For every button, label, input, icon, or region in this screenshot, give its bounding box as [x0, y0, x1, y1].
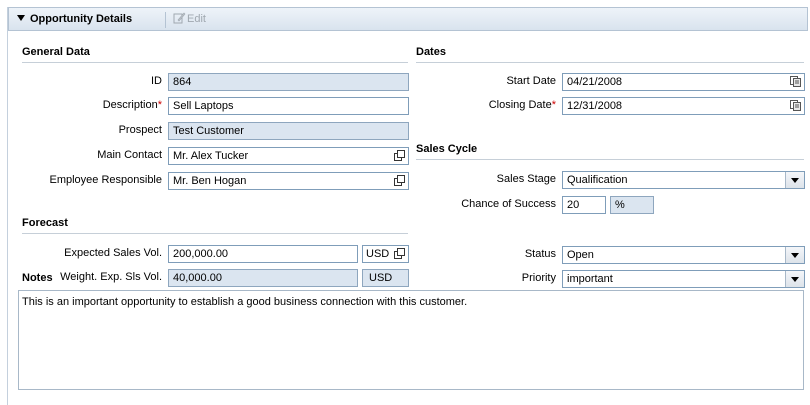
expected-sales-input[interactable]: 200,000.00 — [168, 245, 358, 263]
collapse-caret-icon[interactable] — [17, 15, 25, 21]
employee-input[interactable]: Mr. Ben Hogan — [168, 172, 409, 190]
required-marker: * — [157, 99, 162, 111]
chance-value: 20 — [567, 199, 580, 211]
sales-stage-label: Sales Stage — [496, 173, 556, 185]
chance-label: Chance of Success — [461, 198, 556, 210]
weighted-currency-field: USD — [362, 269, 409, 287]
panel-header: Opportunity Details Edit — [8, 7, 808, 31]
general-data-title: General Data — [22, 46, 90, 58]
priority-select[interactable]: important — [562, 270, 805, 288]
priority-label: Priority — [521, 272, 556, 284]
notes-textarea[interactable]: This is an important opportunity to esta… — [18, 290, 804, 390]
dates-rule — [416, 62, 804, 63]
general-data-rule — [22, 62, 408, 63]
main-contact-label: Main Contact — [97, 149, 162, 161]
weighted-sales-value: 40,000.00 — [173, 272, 222, 284]
description-label: Description* — [102, 99, 162, 111]
dates-title: Dates — [416, 46, 446, 58]
header-title: Opportunity Details — [30, 13, 133, 25]
closing-date-input[interactable]: 12/31/2008 — [562, 97, 805, 115]
required-marker: * — [551, 99, 556, 111]
description-value: Sell Laptops — [173, 100, 234, 112]
header-separator — [165, 12, 166, 28]
calendar-icon[interactable] — [790, 76, 801, 87]
status-select[interactable]: Open — [562, 246, 805, 264]
dropdown-arrow-icon[interactable] — [785, 271, 804, 287]
expected-currency-input[interactable]: USD — [362, 245, 409, 263]
prospect-field[interactable]: Test Customer — [168, 122, 409, 140]
value-help-icon[interactable] — [394, 150, 405, 161]
forecast-rule — [22, 233, 408, 234]
chance-input[interactable]: 20 — [562, 196, 606, 214]
employee-value: Mr. Ben Hogan — [173, 175, 247, 187]
priority-value: important — [567, 273, 613, 285]
weighted-sales-field[interactable]: 40,000.00 — [168, 269, 358, 287]
edit-pencil-icon — [173, 12, 186, 24]
main-contact-input[interactable]: Mr. Alex Tucker — [168, 147, 409, 165]
forecast-title: Forecast — [22, 217, 68, 229]
chance-unit-field: % — [610, 196, 654, 214]
description-input[interactable]: Sell Laptops — [168, 97, 409, 115]
sales-cycle-title: Sales Cycle — [416, 143, 478, 155]
id-field[interactable]: 864 — [168, 73, 409, 91]
prospect-value: Test Customer — [173, 125, 244, 137]
header-toggle[interactable]: Opportunity Details — [17, 13, 132, 25]
edit-button[interactable]: Edit — [173, 12, 206, 25]
weighted-currency-value: USD — [369, 272, 393, 284]
main-contact-value: Mr. Alex Tucker — [173, 150, 249, 162]
sales-cycle-rule — [416, 159, 804, 160]
expected-sales-value: 200,000.00 — [173, 248, 229, 260]
id-value: 864 — [173, 76, 192, 88]
closing-date-label: Closing Date* — [488, 99, 556, 111]
chance-unit: % — [615, 199, 625, 211]
prospect-label: Prospect — [118, 124, 162, 136]
start-date-value: 04/21/2008 — [567, 76, 623, 88]
status-value: Open — [567, 249, 594, 261]
notes-title: Notes — [22, 272, 53, 284]
sales-stage-select[interactable]: Qualification — [562, 171, 805, 189]
edit-label: Edit — [187, 13, 206, 25]
id-label: ID — [151, 75, 162, 87]
start-date-label: Start Date — [506, 75, 556, 87]
notes-text: This is an important opportunity to esta… — [22, 296, 468, 308]
calendar-icon[interactable] — [790, 100, 801, 111]
employee-label: Employee Responsible — [49, 174, 162, 186]
dropdown-arrow-icon[interactable] — [785, 247, 804, 263]
closing-date-value: 12/31/2008 — [567, 100, 623, 112]
expected-currency-value: USD — [366, 248, 389, 260]
status-label: Status — [524, 248, 556, 260]
sales-stage-value: Qualification — [567, 174, 628, 186]
value-help-icon[interactable] — [394, 248, 405, 259]
value-help-icon[interactable] — [394, 175, 405, 186]
dropdown-arrow-icon[interactable] — [785, 172, 804, 188]
expected-sales-label: Expected Sales Vol. — [64, 247, 162, 259]
start-date-input[interactable]: 04/21/2008 — [562, 73, 805, 91]
